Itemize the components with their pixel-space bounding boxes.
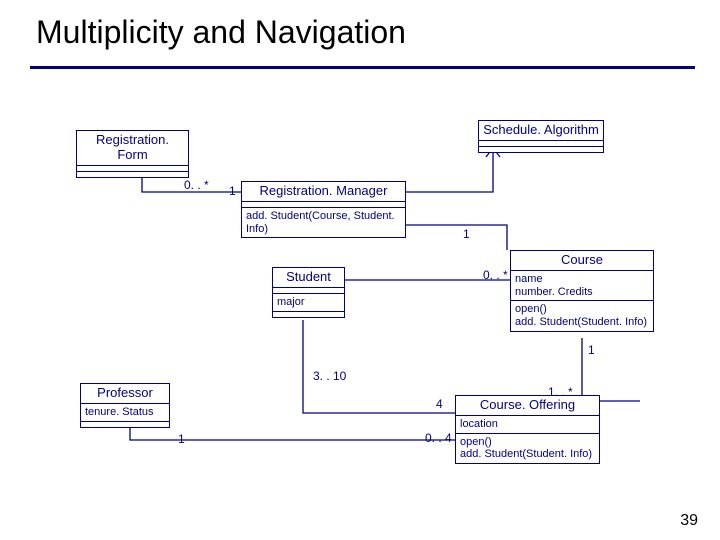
multiplicity-label: 4 xyxy=(436,397,443,411)
class-name: Course. Offering xyxy=(456,396,599,415)
class-operations: open() add. Student(Student. Info) xyxy=(456,433,599,463)
class-empty-section xyxy=(81,421,169,427)
multiplicity-label: 1. . * xyxy=(548,385,573,399)
page-number: 39 xyxy=(680,512,698,530)
class-name: Registration. Form xyxy=(77,131,188,165)
multiplicity-label: 0. . * xyxy=(184,178,209,192)
class-name: Student xyxy=(273,268,344,287)
class-registration-manager: Registration. Manager add. Student(Cours… xyxy=(241,181,406,238)
multiplicity-label: 1 xyxy=(178,432,185,446)
class-course: Course name number. Credits open() add. … xyxy=(510,250,654,332)
class-attributes: name number. Credits xyxy=(511,270,653,300)
multiplicity-label: 1 xyxy=(463,227,470,241)
class-attribute: number. Credits xyxy=(515,286,649,299)
class-attribute: tenure. Status xyxy=(81,403,169,421)
class-operation: add. Student(Student. Info) xyxy=(460,448,595,461)
class-attribute: location xyxy=(456,415,599,433)
class-course-offering: Course. Offering location open() add. St… xyxy=(455,395,600,464)
class-name: Schedule. Algorithm xyxy=(479,121,603,140)
class-professor: Professor tenure. Status xyxy=(80,383,170,428)
class-attribute: major xyxy=(273,293,344,311)
class-name: Registration. Manager xyxy=(242,182,405,201)
class-operation: open() xyxy=(460,436,595,449)
multiplicity-label: 0. . * xyxy=(483,268,508,282)
title-rule xyxy=(30,66,695,69)
class-operation: add. Student(Student. Info) xyxy=(515,316,649,329)
class-name: Course xyxy=(511,251,653,270)
slide-title: Multiplicity and Navigation xyxy=(36,14,406,51)
class-empty-section xyxy=(77,171,188,177)
multiplicity-label: 1 xyxy=(229,184,236,198)
multiplicity-label: 3. . 10 xyxy=(313,369,346,383)
class-registration-form: Registration. Form xyxy=(76,130,189,178)
class-attribute: name xyxy=(515,273,649,286)
multiplicity-label: 0. . 4 xyxy=(425,431,452,445)
class-operation: add. Student(Course, Student. Info) xyxy=(242,207,405,237)
class-student: Student major xyxy=(272,267,345,318)
class-empty-section xyxy=(479,146,603,152)
class-name: Professor xyxy=(81,384,169,403)
class-operation: open() xyxy=(515,303,649,316)
multiplicity-label: 1 xyxy=(588,343,595,357)
class-schedule-algorithm: Schedule. Algorithm xyxy=(478,120,604,153)
class-operations: open() add. Student(Student. Info) xyxy=(511,300,653,330)
class-empty-section xyxy=(273,311,344,317)
